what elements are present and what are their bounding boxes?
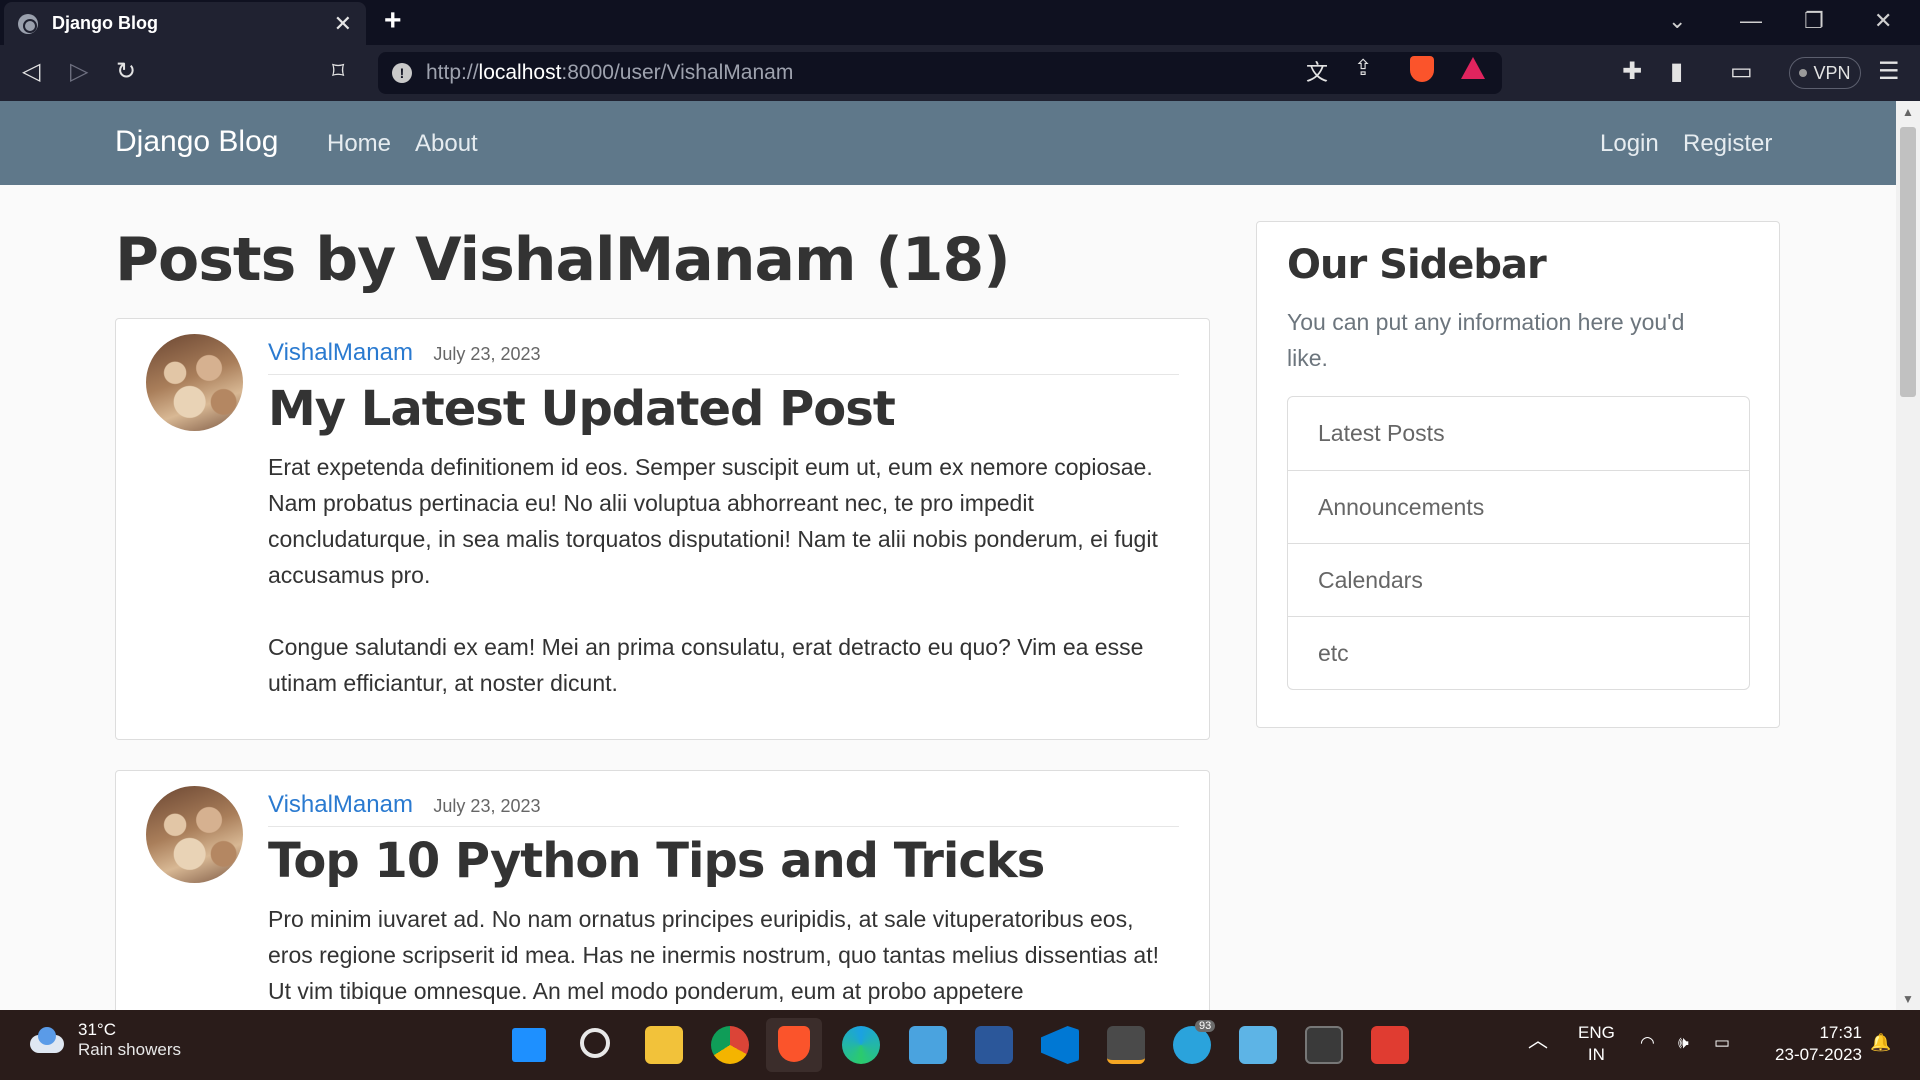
- post-date: July 23, 2023: [433, 344, 541, 364]
- globe-icon: [18, 13, 38, 34]
- vpn-label: VPN: [1813, 62, 1851, 83]
- new-tab-button[interactable]: +: [384, 4, 402, 38]
- system-clock[interactable]: 17:31 23-07-2023: [1762, 1022, 1862, 1066]
- terminal-icon[interactable]: [1305, 1026, 1343, 1064]
- sublime-text-icon[interactable]: [1107, 1026, 1145, 1064]
- sidebar-list: Latest Posts Announcements Calendars etc: [1287, 396, 1750, 690]
- clock-time: 17:31: [1819, 1023, 1862, 1042]
- post-meta: VishalManam July 23, 2023: [268, 339, 1179, 375]
- weather-description: Rain showers: [78, 1040, 181, 1059]
- reload-button[interactable]: ↻: [116, 57, 136, 86]
- search-icon[interactable]: [580, 1028, 610, 1058]
- bookmark-icon[interactable]: ⌑: [332, 57, 344, 86]
- share-icon[interactable]: ⇪: [1354, 55, 1372, 81]
- site-brand-link[interactable]: Django Blog: [115, 125, 278, 159]
- tab-title: Django Blog: [52, 13, 158, 33]
- nav-link-register[interactable]: Register: [1683, 130, 1772, 158]
- brave-taskbar-button[interactable]: [766, 1018, 822, 1072]
- file-explorer-icon[interactable]: [645, 1026, 683, 1064]
- vpn-status-dot-icon: [1799, 69, 1808, 77]
- sidebar-card: Our Sidebar You can put any information …: [1256, 221, 1780, 728]
- wifi-icon[interactable]: ◠: [1640, 1032, 1655, 1054]
- browser-tab[interactable]: Django Blog ✕: [4, 2, 366, 45]
- page-title: Posts by VishalManam (18): [115, 225, 1011, 295]
- git-tool-icon[interactable]: [1371, 1026, 1409, 1064]
- sidebar-item-latest-posts[interactable]: Latest Posts: [1288, 397, 1749, 470]
- scroll-up-arrow-icon[interactable]: ▲: [1902, 105, 1914, 119]
- weather-temperature: 31°C: [78, 1020, 116, 1039]
- chrome-icon[interactable]: [711, 1026, 749, 1064]
- post-title-link[interactable]: My Latest Updated Post: [268, 381, 896, 437]
- nav-link-home[interactable]: Home: [327, 130, 391, 158]
- minimize-button[interactable]: —: [1740, 8, 1762, 34]
- brave-icon: [778, 1026, 810, 1062]
- page-scrollbar[interactable]: ▲ ▼: [1896, 101, 1920, 1010]
- sidebar-toggle-icon[interactable]: ▮: [1670, 57, 1683, 86]
- wallet-icon[interactable]: ▭: [1730, 57, 1753, 86]
- post-author-link[interactable]: VishalManam: [268, 791, 413, 818]
- url-text[interactable]: http://localhost:8000/user/VishalManam: [426, 61, 793, 85]
- brave-rewards-icon[interactable]: [1461, 57, 1485, 79]
- address-bar[interactable]: ! http://localhost:8000/user/VishalManam: [378, 52, 1502, 94]
- post-meta: VishalManam July 23, 2023: [268, 791, 1179, 827]
- post-author-link[interactable]: VishalManam: [268, 339, 413, 366]
- vpn-button[interactable]: VPN: [1789, 57, 1861, 89]
- tab-close-button[interactable]: ✕: [334, 11, 352, 37]
- post-card: VishalManam July 23, 2023 Top 10 Python …: [115, 770, 1210, 1010]
- battery-icon[interactable]: ▭: [1714, 1032, 1730, 1054]
- sidebar-item-announcements[interactable]: Announcements: [1288, 470, 1749, 543]
- post-paragraph: Congue salutandi ex eam! Mei an prima co…: [268, 634, 1144, 696]
- menu-icon[interactable]: ☰: [1878, 57, 1900, 86]
- clock-date: 23-07-2023: [1775, 1045, 1862, 1064]
- sidebar-title: Our Sidebar: [1287, 242, 1547, 288]
- post-card: VishalManam July 23, 2023 My Latest Upda…: [115, 318, 1210, 740]
- post-date: July 23, 2023: [433, 796, 541, 816]
- restore-button[interactable]: ❐: [1804, 8, 1824, 34]
- extensions-icon[interactable]: ✚: [1622, 57, 1642, 86]
- telegram-icon[interactable]: 93: [1173, 1020, 1216, 1064]
- language-indicator[interactable]: ENG IN: [1578, 1022, 1615, 1066]
- translate-icon[interactable]: 文: [1306, 55, 1328, 87]
- sidebar-description: You can put any information here you'd l…: [1287, 309, 1685, 371]
- scrollbar-thumb[interactable]: [1900, 127, 1916, 397]
- window-close-button[interactable]: ✕: [1874, 8, 1892, 34]
- tab-search-chevron-icon[interactable]: ⌄: [1668, 8, 1686, 34]
- telegram-badge: 93: [1195, 1020, 1216, 1032]
- author-avatar: [146, 786, 243, 883]
- sidebar-item-etc[interactable]: etc: [1288, 616, 1749, 689]
- weather-widget[interactable]: 31°C Rain showers: [28, 1020, 181, 1060]
- back-button[interactable]: ◁: [22, 57, 40, 86]
- browser-tab-strip: Django Blog ✕ + ⌄ — ❐ ✕: [0, 0, 1920, 45]
- scroll-down-arrow-icon[interactable]: ▼: [1902, 992, 1914, 1006]
- forward-button[interactable]: ▷: [70, 57, 88, 86]
- sidebar-item-calendars[interactable]: Calendars: [1288, 543, 1749, 616]
- notifications-icon[interactable]: 🔔: [1870, 1032, 1891, 1054]
- show-hidden-icons-chevron-icon[interactable]: ︿: [1528, 1030, 1548, 1052]
- site-info-icon[interactable]: !: [392, 63, 412, 83]
- brave-shields-icon[interactable]: [1410, 56, 1434, 82]
- volume-icon[interactable]: 🕪: [1678, 1032, 1689, 1054]
- site-navbar: Django Blog Home About Login Register: [0, 101, 1896, 185]
- post-title-link[interactable]: Top 10 Python Tips and Tricks: [268, 833, 1045, 889]
- post-paragraph: Pro minim iuvaret ad. No nam ornatus pri…: [268, 906, 1160, 1004]
- post-content: Pro minim iuvaret ad. No nam ornatus pri…: [268, 901, 1179, 1009]
- rain-cloud-icon: [28, 1025, 66, 1055]
- word-icon[interactable]: [975, 1026, 1013, 1064]
- browser-toolbar: ◁ ▷ ↻ ⌑ ! http://localhost:8000/user/Vis…: [0, 45, 1920, 101]
- windows-start-icon[interactable]: [512, 1028, 546, 1062]
- author-avatar: [146, 334, 243, 431]
- post-paragraph: Erat expetenda definitionem id eos. Semp…: [268, 454, 1158, 588]
- post-content: Erat expetenda definitionem id eos. Semp…: [268, 449, 1179, 701]
- edge-icon[interactable]: [842, 1026, 880, 1064]
- windows-taskbar: 31°C Rain showers 93 ︿ ENG IN ◠ 🕪 ▭ 17:3…: [0, 1010, 1920, 1080]
- vscode-icon[interactable]: [1041, 1026, 1079, 1064]
- web-page: Django Blog Home About Login Register Po…: [0, 101, 1896, 1010]
- region-code: IN: [1587, 1045, 1605, 1064]
- language-code: ENG: [1578, 1023, 1615, 1042]
- notepad-icon[interactable]: [909, 1026, 947, 1064]
- control-panel-icon[interactable]: [1239, 1026, 1277, 1064]
- nav-link-about[interactable]: About: [415, 130, 478, 158]
- nav-link-login[interactable]: Login: [1600, 130, 1659, 158]
